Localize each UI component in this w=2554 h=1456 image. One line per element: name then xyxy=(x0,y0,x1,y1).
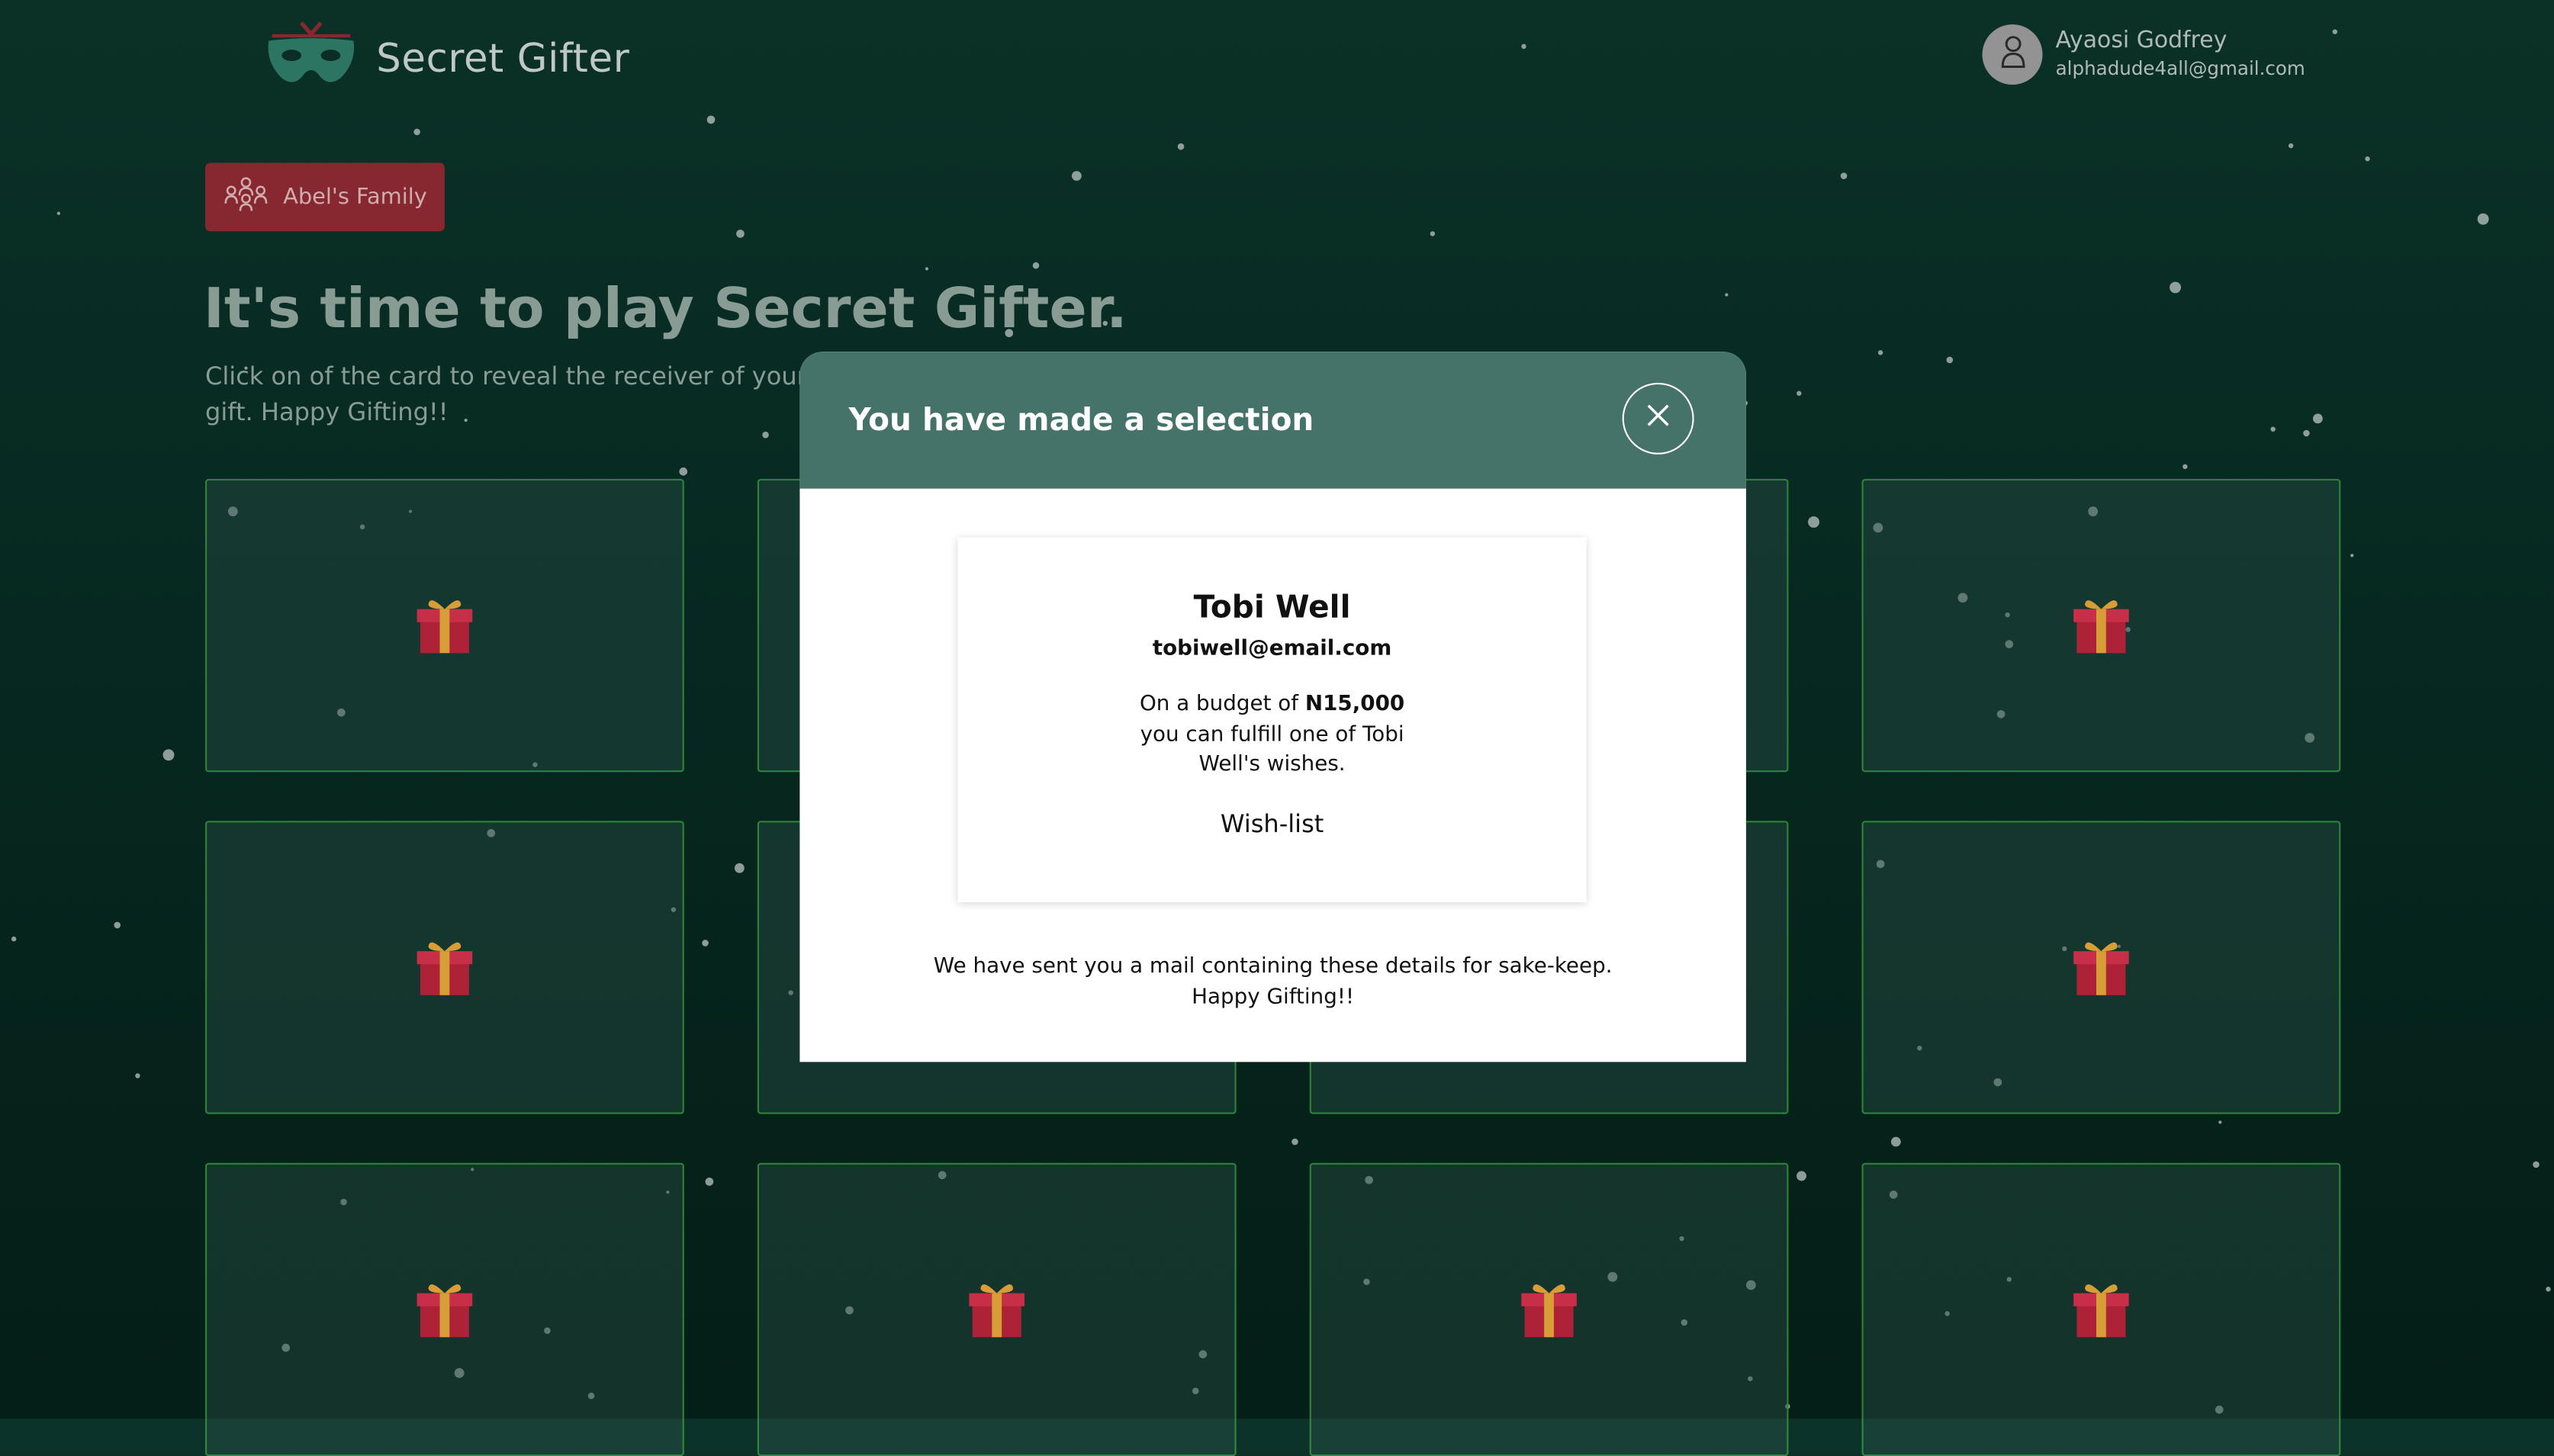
receiver-name: Tobi Well xyxy=(1193,590,1351,626)
wishlist-link[interactable]: Wish-list xyxy=(957,807,1586,840)
receiver-email: tobiwell@email.com xyxy=(1152,636,1392,662)
mail-note-line1: We have sent you a mail containing these… xyxy=(933,954,1613,979)
modal-header: You have made a selection xyxy=(799,352,1746,489)
budget-suffix: you can fulfill one of Tobi Well's wishe… xyxy=(1140,722,1404,777)
budget-amount: N15,000 xyxy=(1304,692,1405,717)
budget-prefix: On a budget of xyxy=(1139,692,1305,717)
budget-text: On a budget of N15,000 you can fulfill o… xyxy=(1118,690,1427,781)
modal-title: You have made a selection xyxy=(848,402,1314,439)
mail-note: We have sent you a mail containing these… xyxy=(799,951,1746,1013)
close-button[interactable] xyxy=(1622,382,1694,455)
mail-note-line2: Happy Gifting!! xyxy=(1192,985,1355,1010)
page: Secret Gifter Ayaosi Godfrey alphadude4a… xyxy=(0,0,2554,1456)
receiver-card: Tobi Well tobiwell@email.com On a budget… xyxy=(957,537,1587,903)
selection-modal: You have made a selection Tobi Well tobi… xyxy=(799,352,1746,1062)
close-icon xyxy=(1645,402,1671,435)
